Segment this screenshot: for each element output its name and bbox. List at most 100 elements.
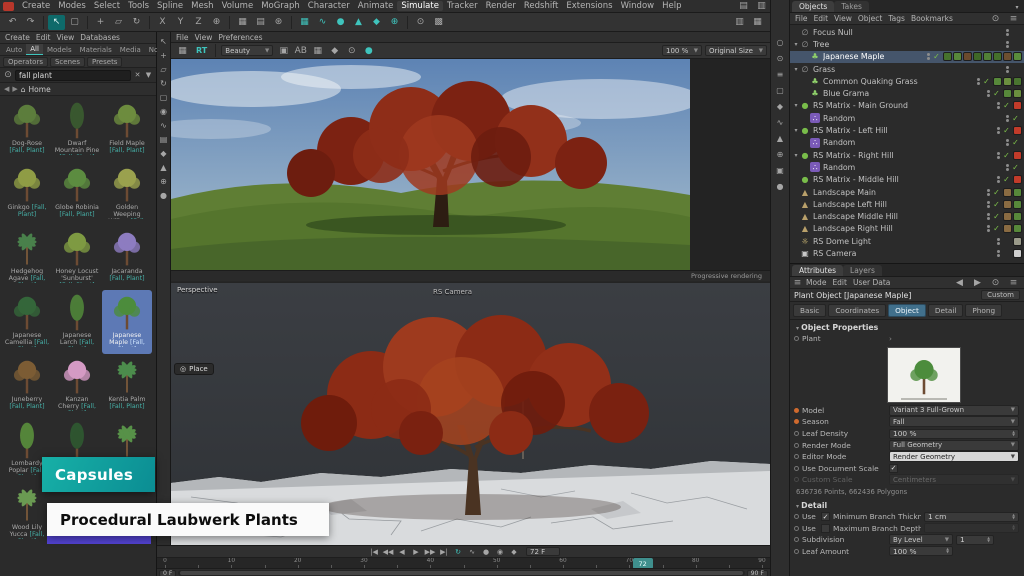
axis-y-lock-icon[interactable]: Y [172,15,189,30]
rt-toggle-button[interactable]: RT [193,46,210,55]
pyro-sim-icon[interactable]: ▲ [350,15,367,30]
menu-animate[interactable]: Animate [354,1,398,11]
object-row-rs-matrix-left-hill[interactable]: ▾●RS Matrix - Left Hill✓ [790,124,1024,136]
menu-bookmarks[interactable]: Bookmarks [908,14,956,23]
material-tag[interactable] [1013,77,1022,86]
layers-view-icon[interactable]: ▤ [158,133,170,145]
viewport-label[interactable]: Perspective [177,286,218,294]
panel-tab-takes[interactable]: Takes [834,1,869,12]
enable-toggle[interactable]: ✓ [982,77,991,86]
panel-tab-objects[interactable]: Objects [792,1,834,12]
material-tag[interactable] [1003,224,1012,233]
rotate-widget-icon[interactable]: ↻ [158,77,170,89]
material-tag[interactable] [1013,52,1022,61]
autokey-icon[interactable]: ◉ [493,546,507,557]
view-filter-icon[interactable]: ▣ [774,164,786,176]
object-row-landscape-right-hill[interactable]: ▲Landscape Right Hill✓ [790,223,1024,235]
material-tag[interactable] [1013,200,1022,209]
playhead[interactable]: 72 [633,558,653,569]
model-dropdown[interactable]: Variant 3 Full-Grown▼ [889,405,1019,416]
menu-view[interactable]: View [53,33,77,42]
render-settings-icon[interactable]: ⊛ [270,15,287,30]
scale-widget-icon[interactable]: ▱ [158,63,170,75]
menu-tracker[interactable]: Tracker [443,1,482,11]
nav-back-icon[interactable]: ◀ [4,85,9,93]
visibility-dots[interactable] [1006,29,1009,36]
range-end-field[interactable]: 90 F [747,570,768,576]
asset-tile-dwarf-mountain-pine[interactable]: Dwarf Mountain Pine [Fall, Plant] [52,98,102,162]
attr-tab-basic[interactable]: Basic [793,304,826,317]
enable-toggle[interactable]: ✓ [932,52,941,61]
menu-databases[interactable]: Databases [77,33,123,42]
keyframe-selection-icon[interactable]: ◆ [507,546,521,557]
material-tag[interactable] [1013,188,1022,197]
find-icon[interactable]: ⊙ [987,275,1004,290]
quantize-icon[interactable]: ▩ [430,15,447,30]
go-to-end-icon[interactable]: ▶| [437,546,451,557]
visibility-dots[interactable] [997,250,1000,257]
panel-tab-attributes[interactable]: Attributes [792,265,843,276]
workplane-icon[interactable]: ≡ [774,68,786,80]
menu-object[interactable]: Object [855,14,885,23]
object-row-tree[interactable]: ▾∅Tree [790,38,1024,50]
render-mode-dropdown[interactable]: Full Geometry▼ [889,440,1019,451]
asset-tile-hedgehog-agave[interactable]: Hedgehog Agave [Fall, Plant] [2,226,52,290]
axis-x-lock-icon[interactable]: X [154,15,171,30]
capture-icon[interactable]: ● [774,180,786,192]
menu-mesh[interactable]: Mesh [187,1,217,11]
object-row-blue-grama[interactable]: ♣Blue Grama✓ [790,87,1024,99]
enable-toggle[interactable]: ✓ [992,212,1001,221]
material-tag[interactable] [1013,249,1022,258]
enable-toggle[interactable]: ✓ [1011,138,1020,147]
play-forward-icon[interactable]: ▶ [409,546,423,557]
menu-tools[interactable]: Tools [124,1,153,11]
rectangle-selection-icon[interactable]: ▢ [66,15,83,30]
poly-snap-icon[interactable]: ▲ [774,132,786,144]
visibility-dots[interactable] [987,213,990,220]
menu-edit[interactable]: Edit [811,14,832,23]
render-to-picture-viewer-icon[interactable]: ▤ [252,15,269,30]
clear-search-icon[interactable]: ✕ [133,68,142,83]
layout-panel-1-icon[interactable]: ▤ [735,0,752,14]
asset-tile-honey-locust-sunburst[interactable]: Honey Locust 'Sunburst' [Fall, Plant] [52,226,102,290]
keyframe-dot[interactable] [794,526,799,531]
coordinate-system-icon[interactable]: ⊕ [208,15,225,30]
object-row-random[interactable]: ∴Random✓ [790,137,1024,149]
zoom-dropdown[interactable]: 100 %▼ [662,45,702,56]
points-mode-icon[interactable]: ◆ [158,147,170,159]
polygons-mode-icon[interactable]: ▲ [158,161,170,173]
material-tag[interactable] [1003,89,1012,98]
keyframe-dot[interactable] [794,336,799,341]
expand-arrow-icon[interactable]: ▾ [792,66,800,73]
material-tag[interactable] [963,52,972,61]
previous-frame-icon[interactable]: ◀ [395,546,409,557]
keyframe-dot[interactable] [794,514,799,519]
history-back-icon[interactable]: ◀ [951,275,968,290]
region-render-icon[interactable]: ▦ [309,43,326,58]
snapshot-icon[interactable]: ▣ [275,43,292,58]
min-branch-field[interactable]: 1 cm▲▼ [924,512,1019,522]
attr-tab-detail[interactable]: Detail [928,304,964,317]
visibility-dots[interactable] [1006,164,1009,171]
box-mode-icon[interactable]: ▢ [158,91,170,103]
menu-simulate[interactable]: Simulate [397,1,443,11]
gizmo-toggle-icon[interactable]: ◆ [774,100,786,112]
layout-toggle-a-icon[interactable]: ▥ [731,15,748,30]
loop-mode-icon[interactable]: ↻ [451,546,465,557]
leaf-amount-field[interactable]: 100 %▲▼ [889,546,953,556]
material-tag[interactable] [1003,200,1012,209]
visibility-dots[interactable] [987,90,990,97]
material-tag[interactable] [943,52,952,61]
menu-spline[interactable]: Spline [153,1,187,11]
menu-window[interactable]: Window [617,1,659,11]
visibility-dots[interactable] [997,152,1000,159]
attr-tab-object[interactable]: Object [888,304,926,317]
history-forward-icon[interactable]: ▶ [969,275,986,290]
asset-tile-juneberry[interactable]: Juneberry [Fall, Plant] [2,354,52,418]
visibility-dots[interactable] [1006,139,1009,146]
go-to-start-icon[interactable]: |◀ [367,546,381,557]
next-frame-icon[interactable]: ▶▶ [423,546,437,557]
visibility-dots[interactable] [987,201,990,208]
keyframe-dot[interactable] [794,419,799,424]
material-tag[interactable] [1003,52,1012,61]
